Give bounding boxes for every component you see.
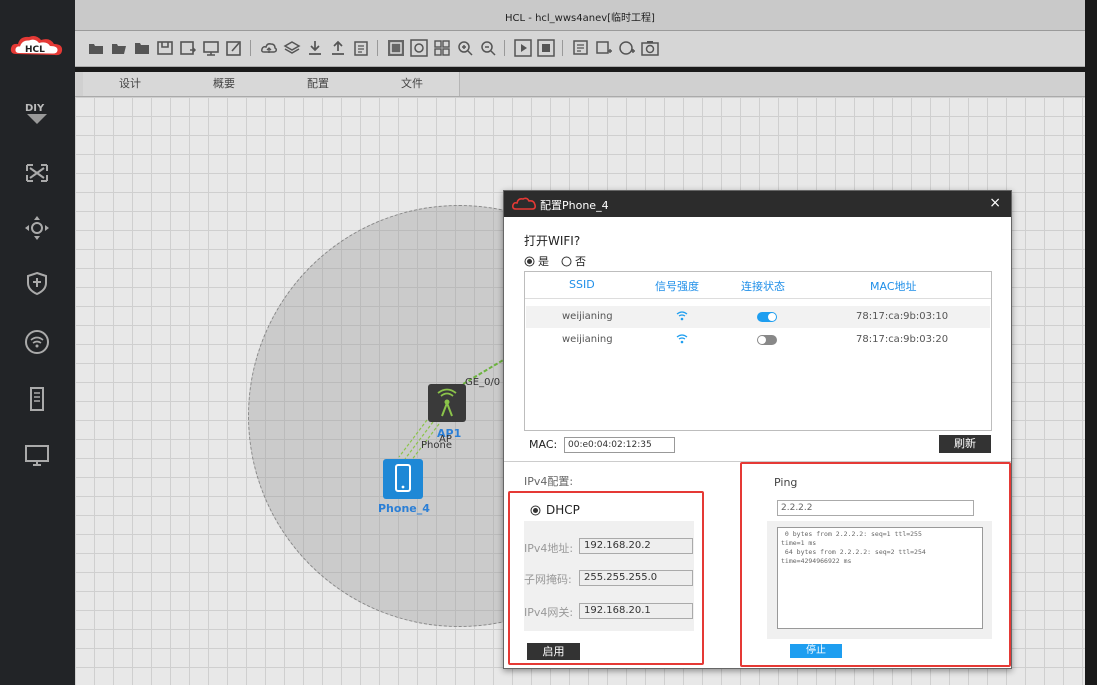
clipboard-icon[interactable] xyxy=(352,39,370,57)
tab-bar: 设计 概要 配置 文件 xyxy=(75,72,1085,97)
refresh-button[interactable]: 刷新 xyxy=(939,435,991,453)
column-header-status: 连接状态 xyxy=(741,280,785,293)
column-header-ssid: SSID xyxy=(569,278,595,291)
tab-config[interactable]: 配置 xyxy=(271,72,366,96)
ap-device-icon[interactable] xyxy=(428,384,466,422)
close-icon[interactable]: × xyxy=(989,195,1001,211)
toolbar-separator xyxy=(250,40,251,56)
topology-icon[interactable] xyxy=(22,158,52,188)
upload-icon[interactable] xyxy=(329,39,347,57)
hcl-cloud-icon xyxy=(512,197,536,210)
ap-sub-label: Phone AP xyxy=(421,434,452,451)
ap-port-label: GE_0/0 xyxy=(465,377,501,388)
column-header-mac: MAC地址 xyxy=(870,280,917,293)
ssid-cell: weijianing xyxy=(562,334,613,345)
wifi-icon[interactable] xyxy=(22,327,52,357)
wifi-signal-icon xyxy=(676,334,688,344)
add-frame-icon[interactable] xyxy=(595,39,613,57)
column-header-signal: 信号强度 xyxy=(655,280,699,293)
diy-icon[interactable]: DIY xyxy=(22,98,52,128)
window-title: HCL - hcl_wws4anev[临时工程] xyxy=(505,13,655,24)
connection-toggle-on[interactable] xyxy=(757,312,777,322)
toolbar-separator xyxy=(377,40,378,56)
tab-design[interactable]: 设计 xyxy=(83,72,178,96)
start-icon[interactable] xyxy=(514,39,532,57)
ssid-cell: weijianing xyxy=(562,311,613,322)
grid-toggle-icon[interactable] xyxy=(410,39,428,57)
wifi-toggle-group: 是 否 xyxy=(524,253,586,269)
dialog-title: 配置Phone_4 xyxy=(540,199,609,212)
wifi-yes-radio[interactable]: 是 xyxy=(524,253,549,269)
mac-cell: 78:17:ca:9b:03:20 xyxy=(856,334,949,345)
export-icon[interactable] xyxy=(202,39,220,57)
main-toolbar xyxy=(75,31,1085,67)
wifi-signal-icon xyxy=(676,311,688,321)
add-circle-icon[interactable] xyxy=(618,39,636,57)
layers-icon[interactable] xyxy=(283,39,301,57)
svg-text:DIY: DIY xyxy=(25,103,45,114)
window-titlebar: HCL - hcl_wws4anev[临时工程] xyxy=(75,0,1085,31)
wifi-question: 打开WIFI? xyxy=(524,234,581,248)
phone-config-dialog: 配置Phone_4 × 打开WIFI? 是 否 SSID 信号强度 连接状态 M… xyxy=(503,190,1012,669)
cloud-upload-icon[interactable] xyxy=(260,39,278,57)
phone-name: Phone_4 xyxy=(378,502,430,515)
folder-icon[interactable] xyxy=(133,39,151,57)
grid-icon[interactable] xyxy=(433,39,451,57)
table-row[interactable]: weijianing 78:17:ca:9b:03:10 xyxy=(526,306,990,328)
save-icon[interactable] xyxy=(156,39,174,57)
phone-device-icon[interactable] xyxy=(383,459,423,499)
toolbar-separator xyxy=(562,40,563,56)
zoom-out-icon[interactable] xyxy=(479,39,497,57)
save-as-icon[interactable] xyxy=(179,39,197,57)
wifi-no-radio[interactable]: 否 xyxy=(561,253,586,269)
mac-label: MAC: xyxy=(529,438,558,451)
logo-text: HCL xyxy=(25,45,45,55)
ipv4-config-title: IPv4配置: xyxy=(524,475,574,488)
wifi-ssid-table: SSID 信号强度 连接状态 MAC地址 weijianing 78:17:ca… xyxy=(524,271,992,431)
mac-address-field[interactable]: 00:e0:04:02:12:35 xyxy=(564,437,675,453)
table-row[interactable]: weijianing 78:17:ca:9b:03:20 xyxy=(526,329,990,351)
connection-toggle-off[interactable] xyxy=(757,335,777,345)
mac-cell: 78:17:ca:9b:03:10 xyxy=(856,311,949,322)
window-edge xyxy=(1085,0,1097,685)
ping-highlight-box xyxy=(740,462,1011,667)
move-icon[interactable] xyxy=(22,213,52,243)
toolbar-separator xyxy=(504,40,505,56)
monitor-icon[interactable] xyxy=(22,440,52,470)
show-interface-icon[interactable] xyxy=(387,39,405,57)
list-icon[interactable] xyxy=(572,39,590,57)
left-sidebar: HCL DIY xyxy=(0,0,75,685)
shield-icon[interactable] xyxy=(22,268,52,298)
edit-icon[interactable] xyxy=(225,39,243,57)
ipv4-highlight-box xyxy=(508,491,704,665)
hcl-logo: HCL xyxy=(10,36,63,56)
server-icon[interactable] xyxy=(22,384,52,414)
camera-icon[interactable] xyxy=(641,39,659,57)
new-project-icon[interactable] xyxy=(87,39,105,57)
dialog-titlebar: 配置Phone_4 × xyxy=(504,191,1011,217)
download-icon[interactable] xyxy=(306,39,324,57)
stop-icon[interactable] xyxy=(537,39,555,57)
tab-summary[interactable]: 概要 xyxy=(177,72,272,96)
zoom-in-icon[interactable] xyxy=(456,39,474,57)
open-project-icon[interactable] xyxy=(110,39,128,57)
tab-file[interactable]: 文件 xyxy=(365,72,460,96)
